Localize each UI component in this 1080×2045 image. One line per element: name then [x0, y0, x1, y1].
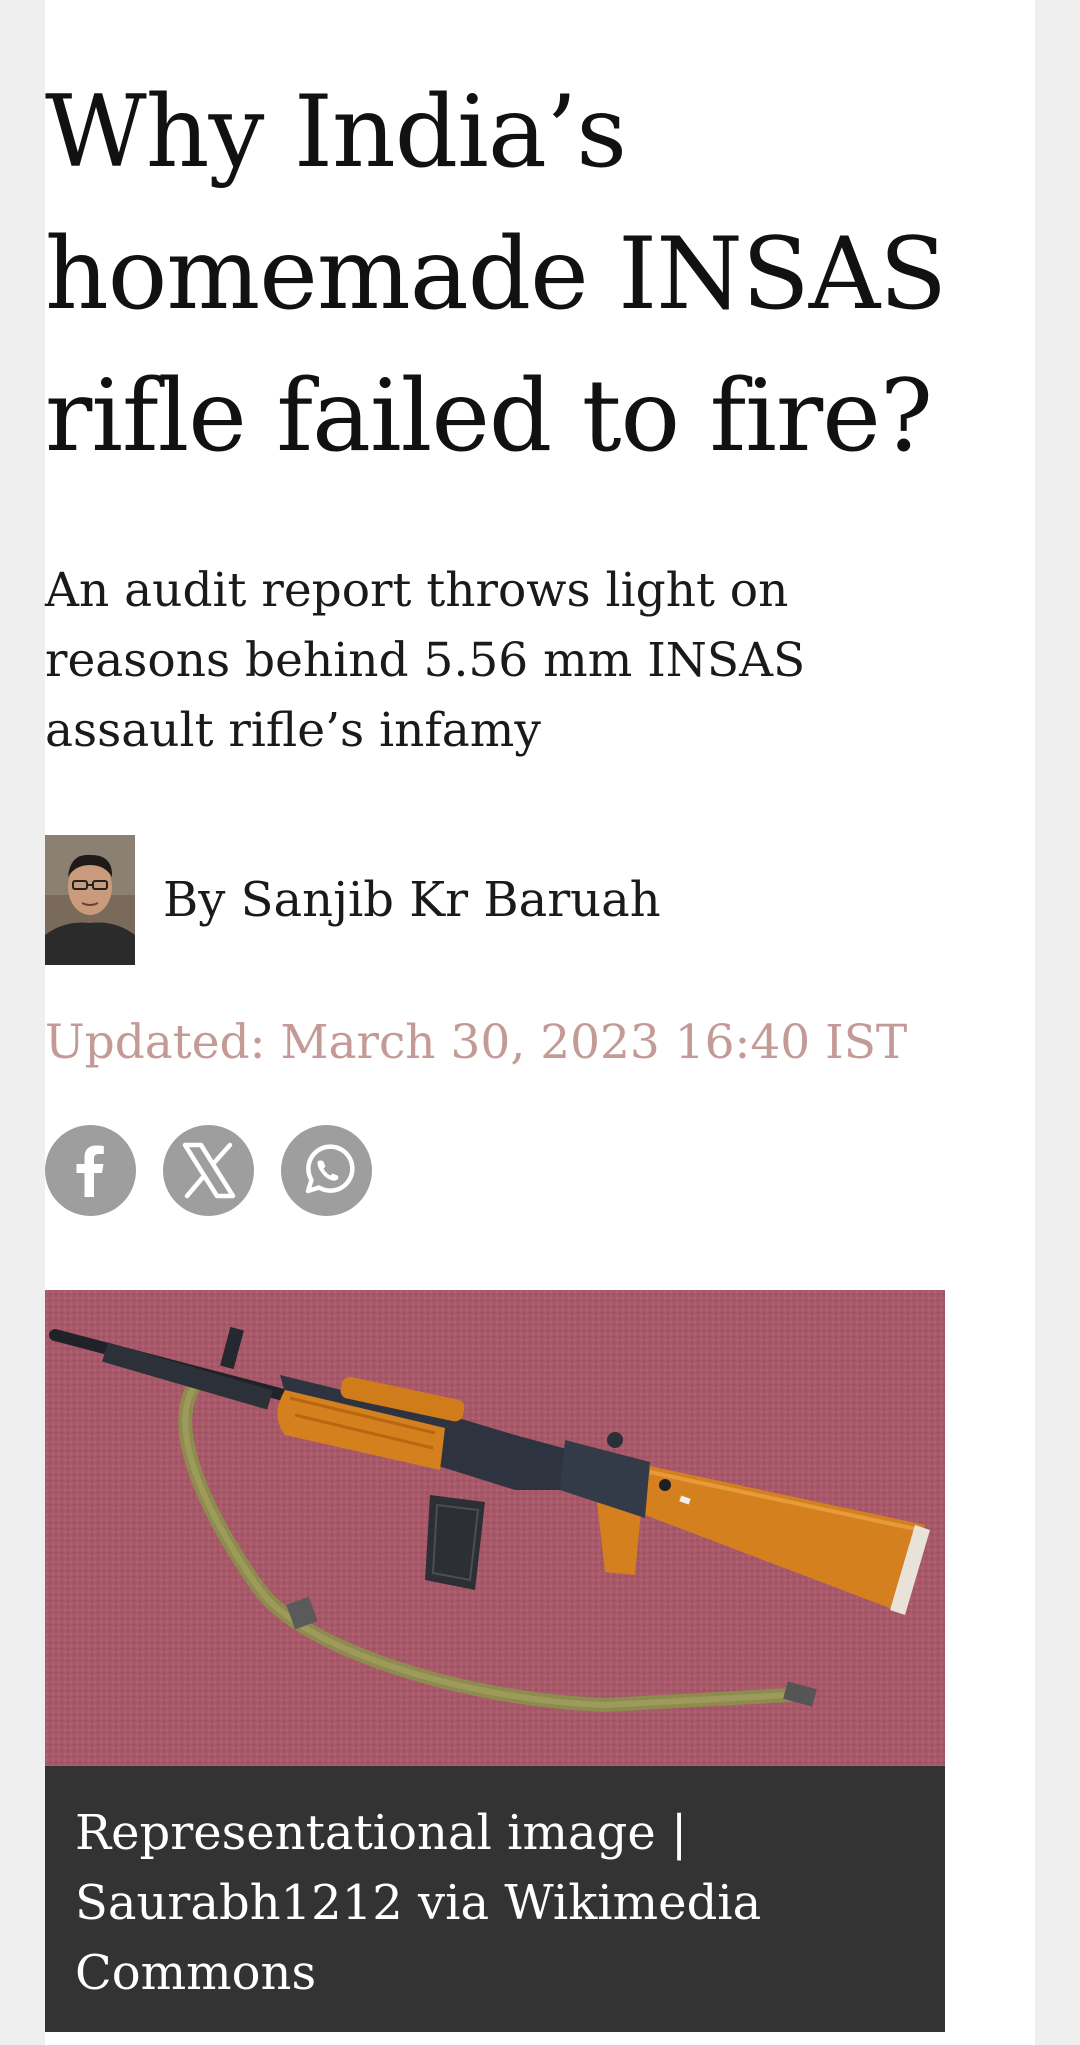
article-headline: Why India’s homemade INSAS rifle failed …: [45, 75, 947, 474]
share-x-button[interactable]: [163, 1125, 254, 1216]
author-byline[interactable]: By Sanjib Kr Baruah: [45, 835, 661, 965]
share-whatsapp-button[interactable]: [281, 1125, 372, 1216]
article-hero-image: [45, 1290, 945, 1766]
image-caption: Representational image | Saurabh1212 via…: [45, 1766, 945, 2032]
rifle-photo-icon: [45, 1290, 945, 1766]
whatsapp-icon: [305, 1144, 355, 1194]
updated-timestamp: Updated: March 30, 2023 16:40 IST: [45, 1015, 908, 1070]
share-buttons: [45, 1125, 372, 1216]
article-subheadline: An audit report throws light on reasons …: [45, 563, 806, 758]
facebook-icon: [76, 1145, 104, 1197]
author-name[interactable]: By Sanjib Kr Baruah: [163, 872, 661, 928]
x-icon: [182, 1142, 236, 1199]
author-photo-icon: [45, 835, 135, 965]
author-avatar[interactable]: [45, 835, 135, 965]
share-facebook-button[interactable]: [45, 1125, 136, 1216]
